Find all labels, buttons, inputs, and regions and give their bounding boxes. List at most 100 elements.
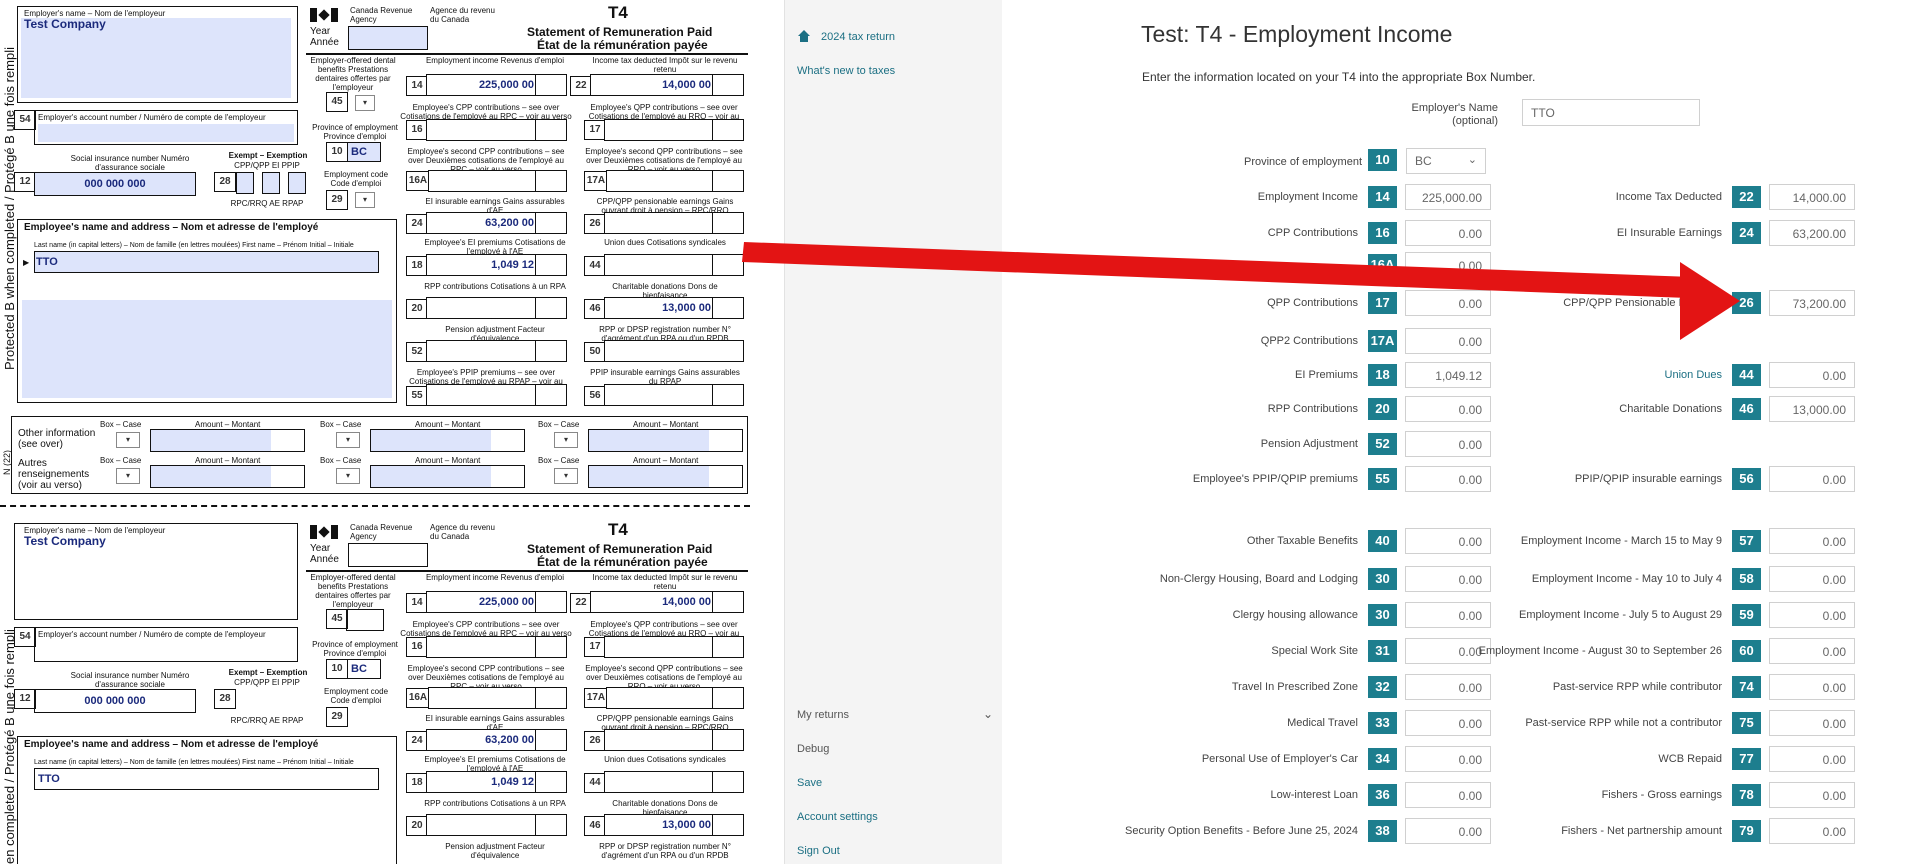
- box-17: 17: [584, 637, 606, 657]
- cpp-field[interactable]: [426, 119, 567, 141]
- amount-input[interactable]: 0.00: [1769, 566, 1855, 592]
- box-case-label: Box – Case: [538, 456, 580, 465]
- amount-label: Amount – Montant: [195, 456, 261, 465]
- charity-field[interactable]: 13,000 00: [604, 297, 744, 319]
- other-box-dropdown[interactable]: ▾: [554, 468, 578, 484]
- field-label: Personal Use of Employer's Car: [1201, 753, 1358, 765]
- employer-name-input[interactable]: TTO: [1522, 99, 1700, 126]
- qpp-field[interactable]: [604, 119, 744, 141]
- field-label: Past-service RPP while not a contributor: [1525, 717, 1722, 729]
- year-field[interactable]: [348, 26, 428, 50]
- amount-input[interactable]: 0.00: [1769, 638, 1855, 664]
- amount-input[interactable]: 13,000.00: [1769, 396, 1855, 422]
- box-number-badge: 40: [1368, 530, 1397, 552]
- amount-input[interactable]: 0.00: [1405, 328, 1491, 354]
- amount-label: Amount – Montant: [195, 420, 261, 429]
- form-code: T4: [608, 3, 628, 22]
- box-14: 14: [406, 593, 428, 613]
- prov-field[interactable]: BC: [347, 142, 381, 162]
- amount-input[interactable]: 0.00: [1405, 431, 1491, 457]
- amount-input[interactable]: 14,000.00: [1769, 184, 1855, 210]
- box-16: 16: [406, 120, 428, 140]
- amount-input[interactable]: 0.00: [1769, 746, 1855, 772]
- t4-copy-1: Employer's name – Nom de l'employeur Tes…: [0, 0, 784, 505]
- exempt-ppip-check[interactable]: [288, 172, 306, 194]
- prov-label: Province of employment Province d'emploi: [312, 123, 398, 141]
- chevron-down-icon[interactable]: ⌄: [983, 707, 993, 721]
- acct-field[interactable]: [38, 124, 294, 142]
- box-46: 46: [584, 299, 606, 319]
- box-29: 29: [326, 190, 348, 210]
- nav-sign-out[interactable]: Sign Out: [797, 845, 840, 857]
- emp-income-label: Employment income Revenus d'emploi: [425, 56, 565, 65]
- other-amount-field[interactable]: [588, 465, 743, 488]
- nav-account-settings[interactable]: Account settings: [797, 811, 878, 823]
- amount-input[interactable]: 0.00: [1769, 528, 1855, 554]
- box29-dropdown[interactable]: ▾: [355, 192, 375, 208]
- qpp2-field[interactable]: [606, 170, 744, 192]
- cut-line: [0, 505, 750, 507]
- box-number-badge: 22: [1732, 186, 1761, 208]
- nav-tax-return[interactable]: 2024 tax return: [821, 31, 895, 43]
- other-amount-field[interactable]: [370, 465, 525, 488]
- cppqpp-pens-field[interactable]: [604, 212, 744, 234]
- amount-input[interactable]: 0.00: [1769, 674, 1855, 700]
- other-amount-field[interactable]: [588, 429, 743, 452]
- ei-ins-field[interactable]: 63,200 00: [426, 212, 567, 234]
- form-title-en: Statement of Remuneration Paid: [527, 542, 713, 556]
- employer-name-value: Test Company: [24, 534, 106, 548]
- amount-input[interactable]: 0.00: [1769, 782, 1855, 808]
- other-box-dropdown[interactable]: ▾: [336, 432, 360, 448]
- other-amount-field[interactable]: [150, 465, 305, 488]
- other-amount-field[interactable]: [370, 429, 525, 452]
- box-case-label: Box – Case: [538, 420, 580, 429]
- year-field[interactable]: [348, 543, 428, 567]
- box-number-badge: 57: [1732, 530, 1761, 552]
- rpp-reg-field[interactable]: [604, 340, 744, 362]
- ppip-ins-field[interactable]: [604, 384, 744, 406]
- field-label: Employment Income - March 15 to May 9: [1520, 535, 1722, 547]
- acct-label: Employer's account number / Numéro de co…: [38, 113, 266, 122]
- employee-name-field[interactable]: [34, 251, 379, 273]
- nav-debug[interactable]: Debug: [797, 743, 829, 755]
- ppip-field[interactable]: [426, 384, 567, 406]
- employee-address-field[interactable]: [22, 300, 392, 398]
- amount-input[interactable]: 73,200.00: [1769, 290, 1855, 316]
- province-box-badge: 10: [1368, 149, 1397, 171]
- field-label: Fishers - Net partnership amount: [1561, 825, 1722, 837]
- amount-input[interactable]: 0.00: [1769, 818, 1855, 844]
- pension-adj-field[interactable]: [426, 340, 567, 362]
- cpp2-field[interactable]: [428, 170, 567, 192]
- nav-whats-new[interactable]: What's new to taxes: [797, 65, 895, 77]
- province-select[interactable]: BC ⌄: [1406, 148, 1486, 174]
- emp-income-field[interactable]: 225,000 00: [426, 74, 567, 96]
- amount-input[interactable]: 63,200.00: [1769, 220, 1855, 246]
- exempt-ei-check[interactable]: [262, 172, 280, 194]
- amount-input[interactable]: 0.00: [1405, 252, 1491, 278]
- tax-ded-field[interactable]: 14,000 00: [590, 74, 744, 96]
- union-field[interactable]: [604, 254, 744, 276]
- exempt-cpp-check[interactable]: [236, 172, 254, 194]
- sin-field[interactable]: 000 000 000: [34, 172, 196, 196]
- box-24: 24: [406, 731, 428, 751]
- sidebar: 2024 tax return What's new to taxes My r…: [784, 0, 1002, 864]
- nav-save[interactable]: Save: [797, 777, 822, 789]
- emp-income-label: Employment income Revenus d'emploi: [425, 573, 565, 582]
- rpp-field[interactable]: [426, 297, 567, 319]
- amount-input[interactable]: 0.00: [1769, 602, 1855, 628]
- amount-input[interactable]: 0.00: [1769, 362, 1855, 388]
- other-box-dropdown[interactable]: ▾: [116, 468, 140, 484]
- box-44: 44: [584, 256, 606, 276]
- ei-prem-field[interactable]: 1,049 12: [426, 254, 567, 276]
- amount-input[interactable]: 0.00: [1769, 466, 1855, 492]
- amount-input[interactable]: 0.00: [1769, 710, 1855, 736]
- box-16a: 16A: [406, 688, 430, 708]
- other-box-dropdown[interactable]: ▾: [554, 432, 578, 448]
- box45-dropdown[interactable]: ▾: [355, 95, 375, 111]
- nav-my-returns[interactable]: My returns: [797, 709, 849, 721]
- other-box-dropdown[interactable]: ▾: [336, 468, 360, 484]
- other-amount-field[interactable]: [150, 429, 305, 452]
- other-box-dropdown[interactable]: ▾: [116, 432, 140, 448]
- field-label: QPP Contributions: [1267, 297, 1358, 309]
- chevron-down-icon: ⌄: [1467, 154, 1477, 166]
